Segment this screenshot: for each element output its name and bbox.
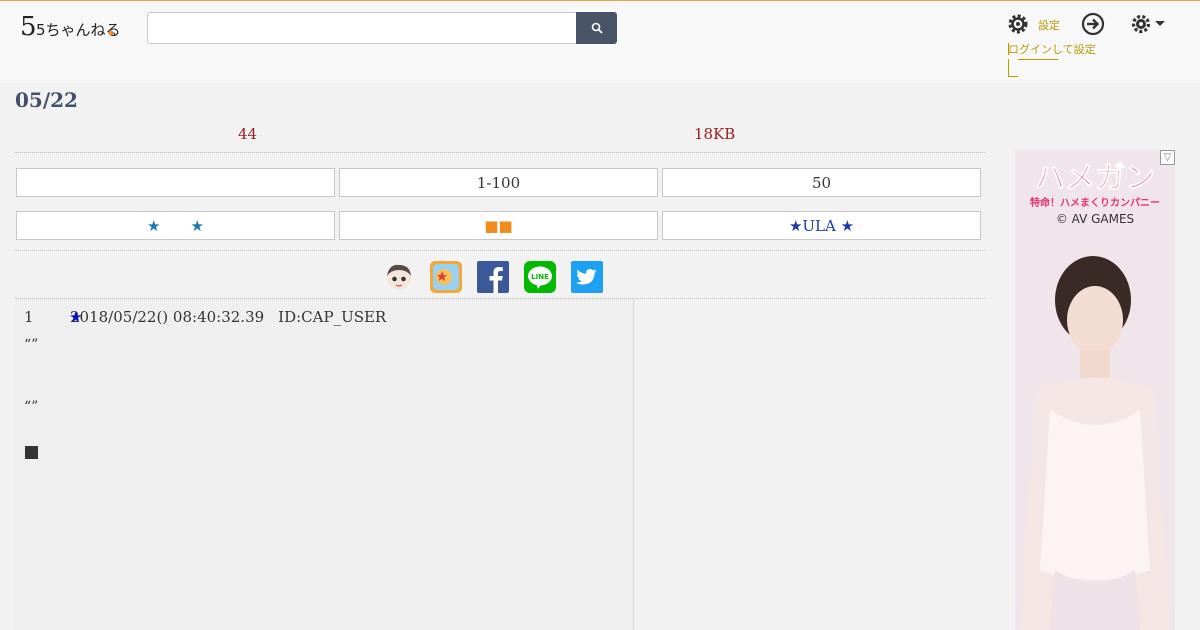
twitter-icon[interactable] [571, 261, 603, 293]
thread-stats: 44 18KB [15, 125, 985, 153]
login-settings-link[interactable]: ログインして設定 [1008, 41, 1096, 57]
ad-brand: © AV GAMES [1056, 212, 1134, 226]
svg-text:LINE: LINE [531, 273, 549, 281]
post-header: 1 ★ 2018/05/22() 08:40:32.39 ID:CAP_USER [24, 308, 386, 326]
post-number[interactable]: 1 [24, 308, 70, 326]
ad-banner[interactable]: ハメガン 特命！ハメまくりカンパニー © AV GAMES [1015, 150, 1175, 630]
search-icon [591, 19, 603, 38]
app-icon[interactable] [430, 261, 462, 293]
thread-size: 18KB [694, 125, 736, 143]
black-square [25, 446, 38, 459]
post-body-line: “” [24, 337, 39, 353]
facebook-icon[interactable] [477, 261, 509, 293]
star-icon: ★ [69, 308, 83, 326]
bracket-corner [1008, 59, 1018, 77]
nav-button-all[interactable] [16, 168, 335, 197]
nav-button-star[interactable]: ★ ★ [16, 211, 335, 240]
post-datetime: 2018/05/22() 08:40:32.39 [70, 308, 265, 326]
ad-info-badge[interactable]: ▽ [1160, 150, 1175, 165]
thread-date-title: 05/22 [15, 88, 78, 112]
top-bar: 5 5ちゃんねる 設定 ログインして設定 [0, 0, 1200, 83]
post-body-line: “” [24, 399, 39, 415]
login-icon[interactable] [1079, 10, 1107, 38]
bracket-line [1008, 43, 1009, 55]
settings-link[interactable]: 設定 [1038, 17, 1060, 33]
search-button[interactable] [576, 12, 617, 44]
nav-button-squares[interactable]: ■■ [339, 211, 658, 240]
post-count: 44 [238, 125, 258, 143]
settings-menu-icon[interactable] [1128, 10, 1168, 38]
line-icon[interactable]: LINE [524, 261, 556, 293]
svg-text:5: 5 [20, 12, 37, 41]
settings-links: 設定 ログインして設定 [1008, 15, 1096, 79]
nav-button-ula[interactable]: ★ULA ★ [662, 211, 981, 240]
search-input[interactable] [147, 12, 577, 44]
bracket-top-line [1018, 59, 1058, 60]
ad-title: ハメガン [1035, 161, 1155, 196]
post-area: 1 ★ 2018/05/22() 08:40:32.39 ID:CAP_USER “”… [15, 299, 634, 630]
ad-subtitle: 特命！ハメまくりカンパニー [1030, 196, 1160, 209]
logo-text: 5ちゃんねる [36, 21, 120, 39]
mascot-icon[interactable] [383, 261, 415, 293]
nav-button-latest[interactable]: 50 [662, 168, 981, 197]
nav-button-range[interactable]: 1-100 [339, 168, 658, 197]
post-id[interactable]: ID:CAP_USER [278, 308, 386, 326]
site-logo[interactable]: 5 5ちゃんねる [20, 11, 121, 42]
divider [15, 250, 985, 251]
